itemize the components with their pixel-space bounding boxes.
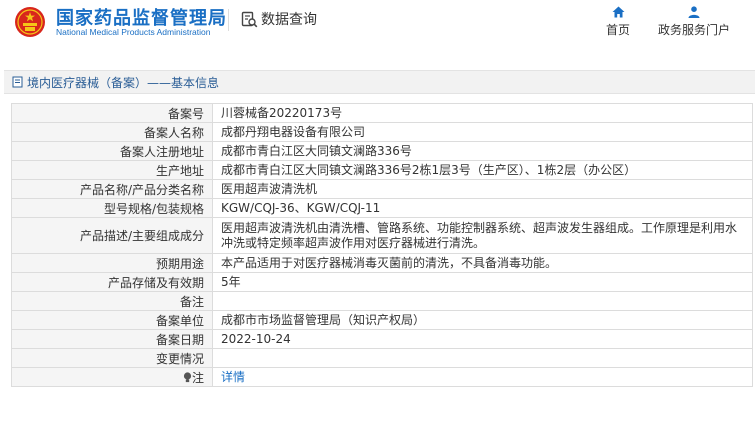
lightbulb-icon	[183, 371, 192, 382]
row-value: 2022-10-24	[212, 329, 753, 349]
user-icon	[688, 6, 700, 18]
data-query-link[interactable]: 数据查询	[241, 9, 317, 29]
table-row: 注 详情	[11, 367, 753, 387]
row-value: 成都市青白江区大同镇文澜路336号	[212, 141, 753, 161]
row-label: 备案日期	[11, 329, 213, 349]
row-value	[212, 348, 753, 368]
table-row: 备案号 川蓉械备20220173号	[11, 103, 753, 123]
table-row: 型号规格/包装规格 KGW/CQJ-36、KGW/CQJ-11	[11, 198, 753, 218]
national-emblem-icon[interactable]	[14, 6, 46, 38]
data-query-label: 数据查询	[261, 12, 317, 28]
home-icon	[612, 6, 624, 18]
breadcrumb: 境内医疗器械（备案）——基本信息	[4, 70, 755, 94]
row-value: 成都市市场监督管理局（知识产权局）	[212, 310, 753, 330]
nav-home[interactable]: 首页	[604, 6, 632, 38]
nav-home-label: 首页	[605, 23, 630, 37]
row-value: 成都丹翔电器设备有限公司	[212, 122, 753, 142]
table-row: 生产地址 成都市青白江区大同镇文澜路336号2栋1层3号（生产区）、1栋2层（办…	[11, 160, 753, 180]
row-label: 备案人名称	[11, 122, 213, 142]
row-label: 产品名称/产品分类名称	[11, 179, 213, 199]
header-divider	[228, 9, 229, 31]
row-value: 5年	[212, 272, 753, 292]
row-label: 备注	[11, 291, 213, 311]
row-value: KGW/CQJ-36、KGW/CQJ-11	[212, 198, 753, 218]
row-label: 备案单位	[11, 310, 213, 330]
brand-subtitle: National Medical Products Administration	[56, 27, 211, 37]
row-value	[212, 291, 753, 311]
nav-gov-services[interactable]: 政务服务门户	[657, 6, 731, 38]
row-value: 本产品适用于对医疗器械消毒灭菌前的清洗，不具备消毒功能。	[212, 253, 753, 273]
document-icon	[12, 76, 23, 88]
row-value: 川蓉械备20220173号	[212, 103, 753, 123]
row-label: 注	[191, 370, 204, 385]
table-row: 产品名称/产品分类名称 医用超声波清洗机	[11, 179, 753, 199]
site-header: 国家药品监督管理局 National Medical Products Admi…	[0, 0, 755, 55]
table-row: 备注	[11, 291, 753, 311]
row-label: 备案人注册地址	[11, 141, 213, 161]
note-label-cell: 注	[11, 367, 213, 387]
row-label: 变更情况	[11, 348, 213, 368]
row-label: 预期用途	[11, 253, 213, 273]
table-row: 备案单位 成都市市场监督管理局（知识产权局）	[11, 310, 753, 330]
row-label: 备案号	[11, 103, 213, 123]
row-label: 产品存储及有效期	[11, 272, 213, 292]
row-label: 产品描述/主要组成成分	[11, 217, 213, 254]
table-row: 备案人注册地址 成都市青白江区大同镇文澜路336号	[11, 141, 753, 161]
row-label: 生产地址	[11, 160, 213, 180]
row-value: 医用超声波清洗机由清洗槽、管路系统、功能控制器系统、超声波发生器组成。工作原理是…	[212, 217, 753, 254]
table-row: 产品描述/主要组成成分 医用超声波清洗机由清洗槽、管路系统、功能控制器系统、超声…	[11, 217, 753, 254]
row-label: 型号规格/包装规格	[11, 198, 213, 218]
search-icon	[241, 11, 258, 27]
row-value: 医用超声波清洗机	[212, 179, 753, 199]
nav-gov-services-label: 政务服务门户	[657, 23, 730, 37]
table-row: 变更情况	[11, 348, 753, 368]
row-value: 成都市青白江区大同镇文澜路336号2栋1层3号（生产区）、1栋2层（办公区）	[212, 160, 753, 180]
table-row: 产品存储及有效期 5年	[11, 272, 753, 292]
details-link[interactable]: 详情	[221, 370, 245, 384]
table-row: 备案人名称 成都丹翔电器设备有限公司	[11, 122, 753, 142]
table-row: 预期用途 本产品适用于对医疗器械消毒灭菌前的清洗，不具备消毒功能。	[11, 253, 753, 273]
breadcrumb-text: 境内医疗器械（备案）——基本信息	[27, 75, 220, 90]
record-info-table: 备案号 川蓉械备20220173号 备案人名称 成都丹翔电器设备有限公司 备案人…	[11, 103, 753, 387]
table-row: 备案日期 2022-10-24	[11, 329, 753, 349]
row-value: 详情	[212, 367, 753, 387]
